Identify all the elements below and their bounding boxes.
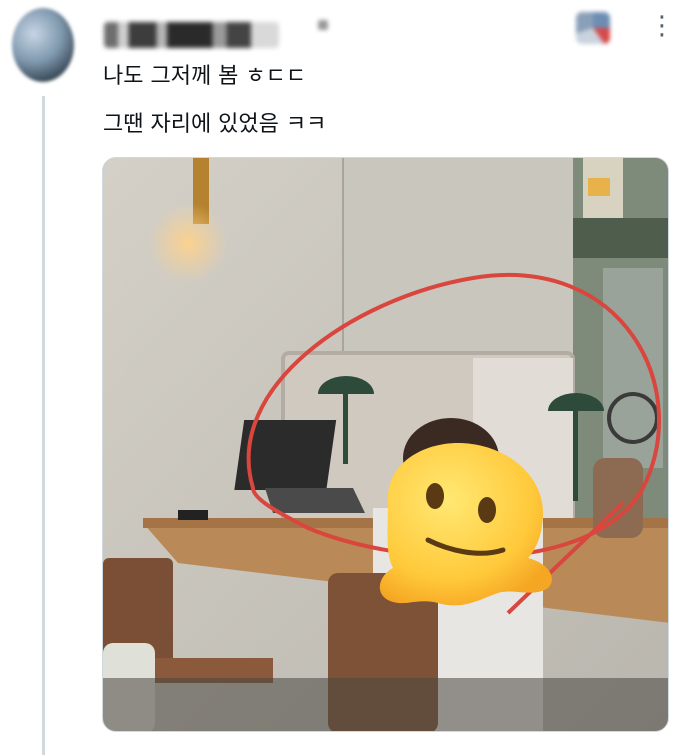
affiliate-badge-blurred[interactable] — [576, 12, 610, 44]
tweet-photo[interactable] — [102, 157, 669, 732]
author-badge-blurred — [318, 20, 328, 30]
author-name-blurred[interactable] — [104, 22, 279, 48]
more-icon[interactable]: ⋮ — [648, 12, 676, 40]
author-avatar[interactable] — [12, 8, 74, 82]
tweet-text-line-2: 그땐 자리에 있었음 ㅋㅋ — [103, 112, 327, 137]
tweet-text-line-1: 나도 그저께 봄 ㅎㄷㄷ — [103, 64, 307, 89]
cafe-photo-illustration — [103, 158, 668, 731]
thread-line — [42, 96, 45, 755]
